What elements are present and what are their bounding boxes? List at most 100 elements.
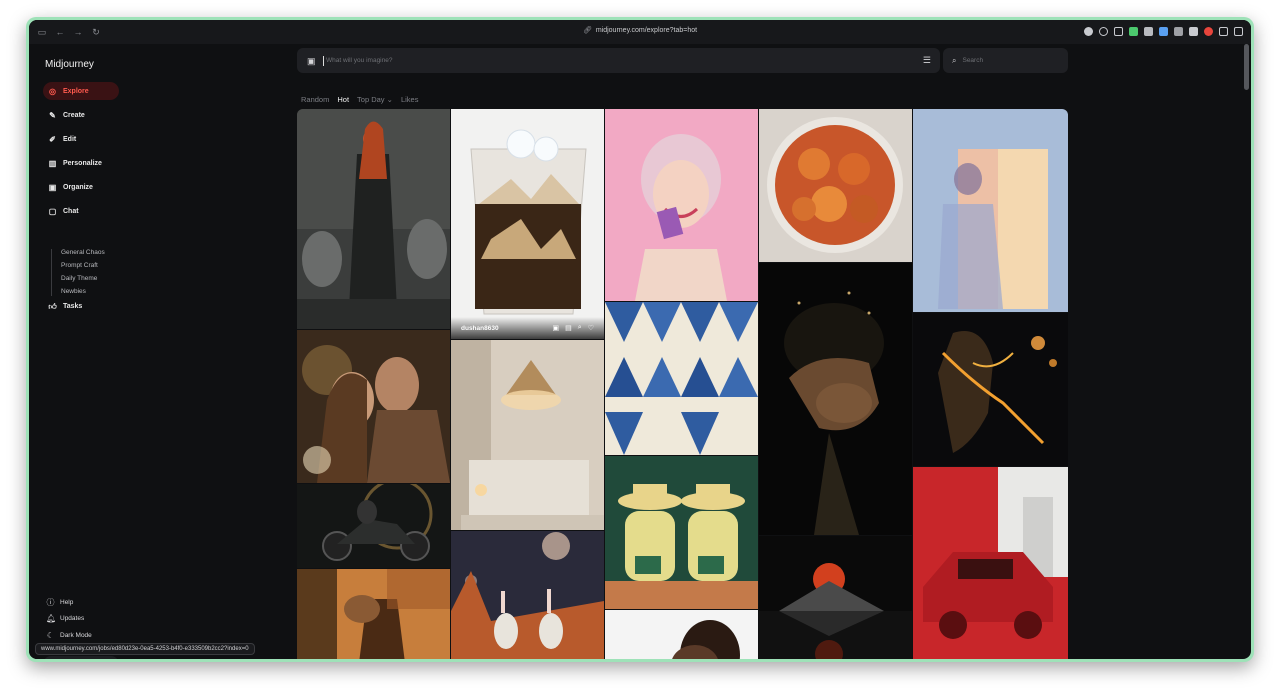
gallery-image-cosmic-woman[interactable] [913,313,1068,466]
window-content: ▭ ← → ↻ 🔗︎ midjourney.com/explore?tab=ho… [29,20,1251,659]
extension-icon[interactable] [1234,27,1243,36]
gallery-image-wolves[interactable] [297,109,450,329]
image-actions: ▣ ▤ ⌕ ♡ [553,324,594,332]
sidebar: Midjourney ◎ Explore ✎ Create ✐ Edit ▥ P… [29,44,149,659]
bell-icon: 🔔︎ [46,614,57,623]
search-input[interactable] [962,57,1053,64]
image-prompt-icon[interactable]: ▣ [553,324,560,332]
gallery-image-fist-dust[interactable] [759,263,912,535]
image-gallery: dushan8630 ▣ ▤ ⌕ ♡ [297,109,1068,659]
chat-room-newbies[interactable]: Newbies [61,288,105,296]
heart-icon[interactable]: ♡ [588,324,594,332]
gallery-image-pink-hair-woman[interactable] [605,109,758,301]
gallery-image-dog[interactable] [297,569,450,659]
chat-room-daily-theme[interactable]: Daily Theme [61,275,105,283]
page-scrollbar[interactable] [1244,44,1249,90]
updates-link[interactable]: 🔔︎ Updates [46,614,84,623]
extension-icon[interactable] [1219,27,1228,36]
extension-icon[interactable] [1144,27,1153,36]
forward-icon[interactable]: → [73,27,83,37]
moon-icon: ☾ [46,631,55,640]
nav-label: Organize [63,183,93,191]
extension-icon[interactable] [1189,27,1198,36]
chevron-down-icon: ⌄ [386,95,393,104]
dark-mode-label: Dark Mode [60,632,92,639]
gallery-image-motorcycle[interactable] [297,484,450,568]
extension-icon[interactable] [1204,27,1213,36]
nav-organize[interactable]: ▣ Organize [43,178,119,196]
help-link[interactable]: ⓘ Help [46,598,74,607]
gallery-image-portrait-man[interactable] [605,610,758,659]
creator-username[interactable]: dushan8630 [461,325,499,332]
extension-icon[interactable] [1099,27,1108,36]
user-menu[interactable]: ◉ bothread ··· [43,656,119,659]
search-icon: ⌕ [952,55,957,65]
gallery-image-chips-bowl[interactable] [759,109,912,262]
chat-rooms: General Chaos Prompt Craft Daily Theme N… [51,249,105,296]
search-similar-icon[interactable]: ⌕ [578,324,582,332]
edit-icon: ✐ [49,134,56,144]
chat-room-prompt-craft[interactable]: Prompt Craft [61,262,105,270]
link-icon: 🔗︎ [582,27,592,34]
tab-top-day[interactable]: Top Day ⌄ [357,95,393,104]
brush-icon: ✎ [49,110,56,120]
back-icon[interactable]: ← [55,27,65,37]
extension-toolbar [1084,27,1243,36]
updates-label: Updates [60,615,85,622]
sidebar-toggle-icon[interactable]: ▭ [37,27,47,37]
personalize-icon: ▥ [48,158,57,168]
brand-logo[interactable]: Midjourney [45,59,94,70]
search-box: ⌕ [943,48,1068,73]
gallery-image-shibori-pattern[interactable] [605,302,758,455]
nav-tasks[interactable]: 👍︎ Tasks [43,297,119,315]
address-bar[interactable]: 🔗︎ midjourney.com/explore?tab=hot [582,26,698,35]
nav-label: Chat [63,207,79,215]
image-icon: ▣ [48,182,57,192]
thumbs-up-icon: 👍︎ [48,301,57,311]
gallery-image-iced-coffee[interactable]: dushan8630 ▣ ▤ ⌕ ♡ [451,109,604,339]
extension-icon[interactable] [1129,27,1138,36]
extension-icon[interactable] [1084,27,1093,36]
nav-explore[interactable]: ◎ Explore [43,82,119,100]
gallery-image-cowboy-cats[interactable] [605,456,758,609]
help-icon: ⓘ [46,598,55,607]
tab-top-day-label: Top Day [357,95,385,104]
extension-icon[interactable] [1174,27,1183,36]
gallery-image-bunny-astronauts[interactable] [451,531,604,659]
explore-tabs: Random Hot Top Day ⌄ Likes [301,95,418,104]
browser-window: ▭ ← → ↻ 🔗︎ midjourney.com/explore?tab=ho… [26,17,1254,662]
compass-icon: ◎ [49,86,56,96]
gallery-image-red-moon-mountain[interactable] [759,536,912,659]
gallery-image-couple[interactable] [297,330,450,483]
image-upload-icon[interactable]: ▣ [307,56,317,66]
link-status-bar: www.midjourney.com/jobs/ed80d23e-0ea5-42… [35,643,255,655]
nav-label: Tasks [63,302,83,310]
tab-hot[interactable]: Hot [337,95,349,104]
gallery-image-rose-car[interactable] [913,467,1068,659]
nav-label: Edit [63,135,77,143]
tab-random[interactable]: Random [301,95,329,104]
address-text: midjourney.com/explore?tab=hot [595,26,698,34]
nav-label: Explore [63,87,89,95]
gallery-image-spa-room[interactable] [451,340,604,530]
prompt-input[interactable] [326,57,886,64]
chat-room-general-chaos[interactable]: General Chaos [61,249,105,257]
nav-chat[interactable]: ▢ Chat [43,202,119,220]
tab-likes[interactable]: Likes [401,95,419,104]
text-icon[interactable]: ▤ [565,324,572,332]
reload-icon[interactable]: ↻ [91,27,101,37]
nav-label: Create [63,111,85,119]
settings-sliders-icon[interactable]: ☰ [923,55,931,66]
browser-toolbar: ▭ ← → ↻ 🔗︎ midjourney.com/explore?tab=ho… [29,20,1251,44]
nav-personalize[interactable]: ▥ Personalize [43,154,119,172]
nav-edit[interactable]: ✐ Edit [43,130,119,148]
chat-icon: ▢ [48,206,57,216]
nav-label: Personalize [63,159,102,167]
gallery-image-glow-silhouette[interactable] [913,109,1068,312]
image-hover-overlay: dushan8630 ▣ ▤ ⌕ ♡ [451,317,604,339]
extension-icon[interactable] [1114,27,1123,36]
dark-mode-toggle[interactable]: ☾ Dark Mode [46,631,92,640]
nav-create[interactable]: ✎ Create [43,106,119,124]
extension-icon[interactable] [1159,27,1168,36]
text-cursor [323,55,324,66]
